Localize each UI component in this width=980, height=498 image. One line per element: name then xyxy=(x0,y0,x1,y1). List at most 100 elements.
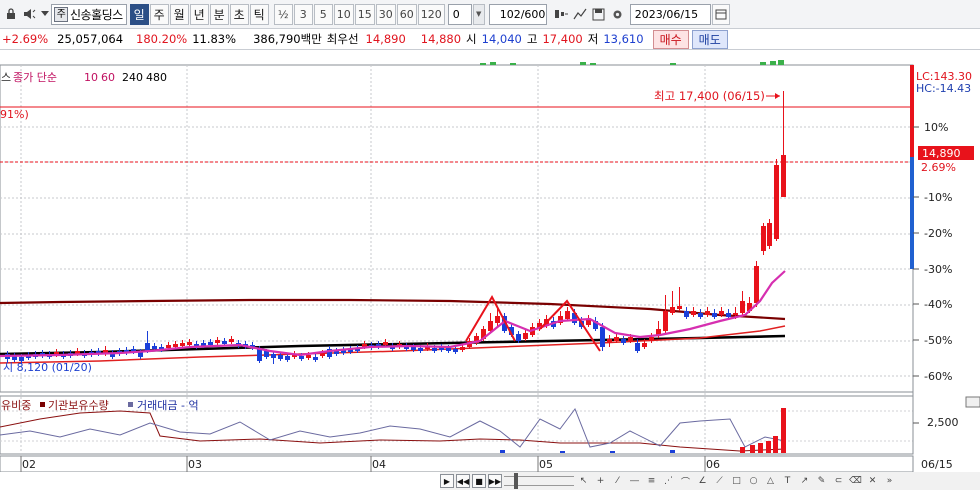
gear-icon[interactable] xyxy=(609,4,627,24)
more-tools-icon[interactable]: » xyxy=(882,476,897,486)
interval-button[interactable]: 60 xyxy=(396,3,417,25)
interval-input[interactable]: 0 xyxy=(447,3,472,25)
triangle-tool-icon[interactable]: △ xyxy=(763,476,778,486)
interval-button[interactable]: 120 xyxy=(417,3,445,25)
current-price-pct: 2.69% xyxy=(921,161,956,174)
magnet-tool-icon[interactable]: ⊂ xyxy=(831,476,846,486)
zoom-in-icon[interactable] xyxy=(552,4,570,24)
candle-body xyxy=(488,321,493,331)
top-strip-bar xyxy=(590,63,596,65)
candle-body xyxy=(299,356,304,359)
date-end-label: 06/15 xyxy=(921,458,953,471)
arc-tool-icon[interactable]: ⌒ xyxy=(678,475,693,488)
candle-body xyxy=(152,346,157,349)
buy-button[interactable]: 매수 xyxy=(652,29,689,49)
interval-button[interactable]: 10 xyxy=(333,3,354,25)
top-strip-bar xyxy=(670,63,676,65)
dropdown-arrow-icon[interactable] xyxy=(40,4,50,24)
cursor-tool-icon[interactable]: ↖ xyxy=(576,476,591,486)
period-tab[interactable]: 일 xyxy=(129,3,149,25)
period-tab[interactable]: 틱 xyxy=(249,3,269,25)
date-input[interactable]: 2023/06/15 xyxy=(629,3,711,25)
open-label: 시 xyxy=(466,32,477,46)
hline-tool-icon[interactable]: ― xyxy=(627,476,642,486)
period-tab[interactable]: 주 xyxy=(149,3,169,25)
period-tab[interactable]: 월 xyxy=(169,3,189,25)
stock-selector[interactable]: 주 신송홀딩스 xyxy=(51,3,127,25)
cross-tool-icon[interactable]: + xyxy=(593,476,608,486)
interval-button[interactable]: ½ xyxy=(273,3,293,25)
top-strip-bar xyxy=(480,63,486,65)
candle-body xyxy=(705,311,710,315)
pencil-tool-icon[interactable]: ✎ xyxy=(814,476,829,486)
interval-button[interactable]: 15 xyxy=(354,3,375,25)
sell-button[interactable]: 매도 xyxy=(691,29,728,49)
line-tool-icon[interactable]: ⁄ xyxy=(610,476,625,486)
nav-stop-icon[interactable]: ■ xyxy=(472,474,486,488)
candle-body xyxy=(642,343,647,347)
candle-body xyxy=(432,348,437,351)
period-tab[interactable]: 분 xyxy=(209,3,229,25)
candle-body xyxy=(173,344,178,347)
interval-button[interactable]: 30 xyxy=(375,3,396,25)
calendar-icon[interactable] xyxy=(711,3,730,25)
month-label: 04 xyxy=(372,458,386,471)
nav-forward-icon[interactable]: ▶▶ xyxy=(488,474,502,488)
pct-label: -50% xyxy=(924,334,952,347)
speaker-icon[interactable] xyxy=(21,4,39,24)
candle-body xyxy=(565,311,570,319)
candlestick-chart[interactable]: 스 종가 단순 10 60 240 480 91%) 최고 17,400 (06… xyxy=(0,51,980,472)
top-strip-bar xyxy=(760,62,766,65)
candle-body xyxy=(600,327,605,347)
candle-body xyxy=(145,343,150,351)
nav-rewind-icon[interactable]: ◀◀ xyxy=(456,474,470,488)
open-price: 14,040 xyxy=(481,32,522,46)
top-strip-bar xyxy=(580,62,586,65)
volume-bar xyxy=(560,451,565,453)
channel-tool-icon[interactable]: ⋰ xyxy=(661,476,676,486)
text-tool-icon[interactable]: T xyxy=(780,476,795,486)
candle-body xyxy=(712,313,717,317)
save-icon[interactable] xyxy=(590,4,608,24)
box-tool-icon[interactable]: □ xyxy=(729,476,744,486)
candle-body xyxy=(614,337,619,341)
candle-body xyxy=(719,311,724,315)
candle-body xyxy=(222,341,227,344)
interval-button[interactable]: 3 xyxy=(293,3,313,25)
volume-bar xyxy=(766,441,771,453)
candle-body xyxy=(495,316,500,323)
fibo-tool-icon[interactable]: ≡ xyxy=(644,476,659,486)
nav-play-icon[interactable]: ▶ xyxy=(440,474,454,488)
count-input[interactable]: 102/600 xyxy=(488,3,547,25)
trend-tool-icon[interactable] xyxy=(571,4,589,24)
volume-ratio: 180.20% xyxy=(136,32,188,46)
candle-body xyxy=(460,347,465,350)
candle-body xyxy=(677,306,682,309)
lock-icon[interactable] xyxy=(2,4,20,24)
interval-spin[interactable]: ▼ xyxy=(472,3,485,25)
fan-tool-icon[interactable]: ⟋ xyxy=(712,476,727,486)
period-tab[interactable]: 초 xyxy=(229,3,249,25)
month-label: 05 xyxy=(539,458,553,471)
candle-body xyxy=(691,311,696,315)
zoom-slider-handle[interactable] xyxy=(514,473,518,489)
zoom-slider[interactable] xyxy=(504,473,574,489)
volume-legend-1-marker xyxy=(40,402,45,407)
volume-bar xyxy=(781,408,786,453)
angle-tool-icon[interactable]: ∠ xyxy=(695,476,710,486)
volume-bar xyxy=(500,450,505,453)
candle-body xyxy=(726,313,731,317)
current-price-value: 14,890 xyxy=(922,147,961,160)
period-tab[interactable]: 년 xyxy=(189,3,209,25)
count-total: /600 xyxy=(520,7,546,21)
high-price-note: 최고 17,400 (06/15) xyxy=(654,89,765,103)
volume-pane-toggle[interactable] xyxy=(965,396,980,408)
eraser-tool-icon[interactable]: ⌫ xyxy=(848,476,863,486)
candle-body xyxy=(649,337,654,341)
delete-tool-icon[interactable]: ✕ xyxy=(865,476,880,486)
candle-body xyxy=(774,165,779,239)
interval-button[interactable]: 5 xyxy=(313,3,333,25)
arrow-tool-icon[interactable]: ↗ xyxy=(797,476,812,486)
ellipse-tool-icon[interactable]: ○ xyxy=(746,476,761,486)
date-value: 2023/06/15 xyxy=(634,7,699,21)
